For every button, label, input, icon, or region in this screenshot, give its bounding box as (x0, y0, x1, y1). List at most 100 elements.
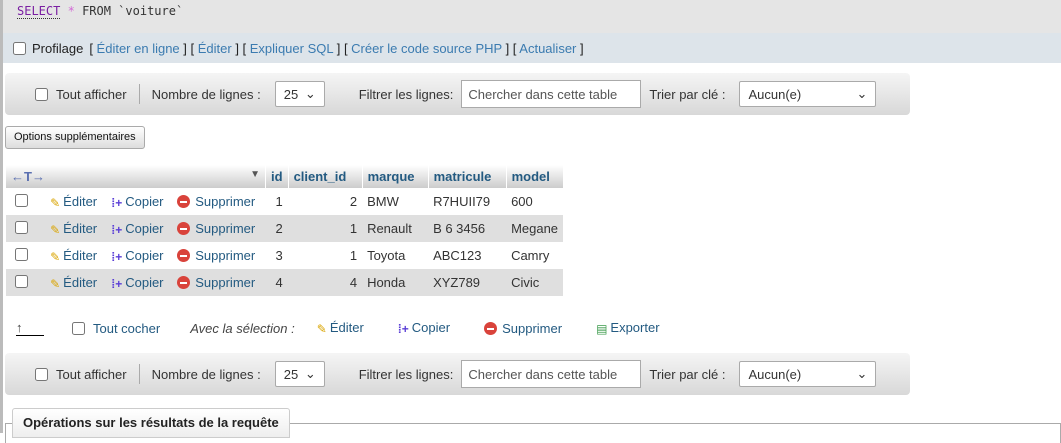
rows-select[interactable]: 25 ⌄ (274, 361, 325, 387)
filter-input[interactable]: Chercher dans cette table (461, 80, 642, 108)
profiling-bar: Profilage [ Éditer en ligne ] [ Éditer ]… (3, 33, 1061, 63)
table-row: ✎ Éditer ⁞+ Copier Supprimer 1 2 BMW R7HUI… (5, 188, 564, 215)
row-copy-button[interactable]: ⁞+ Copier (106, 269, 173, 296)
row-checkbox[interactable] (14, 274, 28, 288)
delete-icon (177, 276, 191, 289)
cell-model[interactable]: Civic (506, 269, 564, 296)
column-header-marque[interactable]: marque (361, 165, 429, 188)
cell-model[interactable]: Camry (506, 242, 564, 269)
rows-label: Nombre de lignes : (151, 86, 261, 102)
delete-icon (177, 249, 191, 262)
copy-icon: ⁞+ (111, 249, 123, 264)
cell-id[interactable]: 1 (265, 188, 289, 215)
row-delete-button[interactable]: Supprimer (172, 242, 266, 269)
sort-label: Trier par clé : (649, 366, 726, 382)
cell-id[interactable]: 2 (265, 215, 289, 242)
results-table: ←T→ ▼ id client_id marque matricule model… (5, 165, 564, 296)
with-selection-label: Avec la sélection : (190, 320, 295, 336)
chevron-down-icon: ⌄ (856, 86, 868, 101)
row-checkbox[interactable] (14, 193, 28, 207)
link-edit[interactable]: Éditer (198, 41, 232, 56)
sort-label: Trier par clé : (649, 86, 726, 102)
sort-select[interactable]: Aucun(e) ⌄ (739, 81, 877, 107)
delete-icon (177, 222, 191, 235)
row-checkbox[interactable] (14, 220, 28, 234)
copy-icon: ⁞+ (397, 322, 409, 336)
check-all-label[interactable]: Tout cocher (93, 321, 160, 336)
row-delete-button[interactable]: Supprimer (172, 188, 266, 215)
link-php-code[interactable]: Créer le code source PHP (351, 41, 502, 56)
pencil-icon: ✎ (316, 322, 327, 336)
link-inline-edit[interactable]: Éditer en ligne (97, 41, 180, 56)
show-all-checkbox[interactable] (35, 87, 48, 101)
show-all-label: Tout afficher (56, 86, 127, 102)
show-all-checkbox[interactable] (35, 367, 48, 381)
cell-client-id[interactable]: 1 (288, 215, 363, 242)
row-checkbox[interactable] (14, 247, 28, 261)
sql-keyword[interactable]: SELECT (17, 4, 61, 19)
row-copy-button[interactable]: ⁞+ Copier (106, 188, 173, 215)
row-delete-button[interactable]: Supprimer (172, 215, 266, 242)
copy-icon: ⁞+ (111, 195, 123, 210)
link-explain[interactable]: Expliquer SQL (250, 41, 333, 56)
arrow-up-icon: ↑ (16, 320, 44, 336)
row-edit-button[interactable]: ✎ Éditer (34, 188, 107, 215)
column-header-id[interactable]: id (265, 165, 289, 188)
column-controls: ←T→ ▼ (5, 165, 266, 188)
cell-model[interactable]: 600 (506, 188, 564, 215)
table-row: ✎ Éditer ⁞+ Copier Supprimer 2 1 Renault B… (5, 215, 564, 242)
row-delete-button[interactable]: Supprimer (172, 269, 266, 296)
copy-icon: ⁞+ (111, 222, 123, 237)
export-icon: ▤ (596, 322, 608, 336)
profiling-checkbox[interactable] (13, 41, 26, 55)
cell-matricule[interactable]: ABC123 (428, 242, 507, 269)
cell-id[interactable]: 3 (265, 242, 289, 269)
column-header-client-id[interactable]: client_id (287, 165, 363, 188)
link-refresh[interactable]: Actualiser (519, 41, 576, 56)
cell-matricule[interactable]: B 6 3456 (428, 215, 507, 242)
check-all-checkbox[interactable] (72, 321, 85, 335)
cell-model[interactable]: Megane (506, 215, 564, 242)
chevron-down-icon: ⌄ (856, 366, 868, 381)
profiling-label: Profilage (32, 40, 84, 56)
sql-query-box: SELECT * FROM `voiture` (3, 0, 1061, 33)
row-copy-button[interactable]: ⁞+ Copier (106, 215, 173, 242)
cell-client-id[interactable]: 4 (288, 269, 363, 296)
row-edit-button[interactable]: ✎ Éditer (34, 269, 107, 296)
cell-matricule[interactable]: R7HUII79 (428, 188, 507, 215)
bulk-export-button[interactable]: ▤ Exporter (596, 320, 659, 336)
bulk-delete-button[interactable]: Supprimer (484, 321, 562, 336)
rows-label: Nombre de lignes : (151, 366, 261, 382)
bulk-actions: ↑ Tout cocher Avec la sélection : ✎ Édite… (16, 318, 660, 338)
cell-marque[interactable]: Toyota (362, 242, 429, 269)
cell-client-id[interactable]: 1 (288, 242, 363, 269)
column-arrows-icon[interactable]: ←T→ (11, 169, 45, 184)
rows-select[interactable]: 25 ⌄ (274, 81, 325, 107)
cell-client-id[interactable]: 2 (288, 188, 363, 215)
more-options-button[interactable]: Options supplémentaires (5, 126, 145, 149)
sql-rest: FROM `voiture` (82, 4, 184, 18)
delete-icon (177, 195, 191, 208)
table-row: ✎ Éditer ⁞+ Copier Supprimer 3 1 Toyota AB… (5, 242, 564, 269)
row-edit-button[interactable]: ✎ Éditer (34, 215, 107, 242)
filter-label: Filtrer les lignes: (358, 366, 454, 382)
cell-marque[interactable]: Honda (362, 269, 429, 296)
column-header-matricule[interactable]: matricule (427, 165, 507, 188)
row-copy-button[interactable]: ⁞+ Copier (106, 242, 173, 269)
cell-marque[interactable]: Renault (362, 215, 429, 242)
column-header-model[interactable]: model (505, 165, 564, 188)
bulk-edit-button[interactable]: ✎ Éditer (317, 320, 364, 336)
filter-label: Filtrer les lignes: (358, 86, 454, 102)
sort-select[interactable]: Aucun(e) ⌄ (739, 361, 877, 387)
row-edit-button[interactable]: ✎ Éditer (34, 242, 107, 269)
filter-input[interactable]: Chercher dans cette table (461, 360, 642, 388)
sort-down-icon[interactable]: ▼ (250, 169, 260, 180)
table-row: ✎ Éditer ⁞+ Copier Supprimer 4 4 Honda XYZ… (5, 269, 564, 296)
cell-id[interactable]: 4 (265, 269, 289, 296)
left-border (0, 0, 3, 433)
bulk-copy-button[interactable]: ⁞+ Copier (398, 320, 450, 336)
cell-matricule[interactable]: XYZ789 (428, 269, 507, 296)
cell-marque[interactable]: BMW (362, 188, 429, 215)
chevron-down-icon: ⌄ (304, 86, 316, 101)
pencil-icon: ✎ (50, 276, 61, 291)
